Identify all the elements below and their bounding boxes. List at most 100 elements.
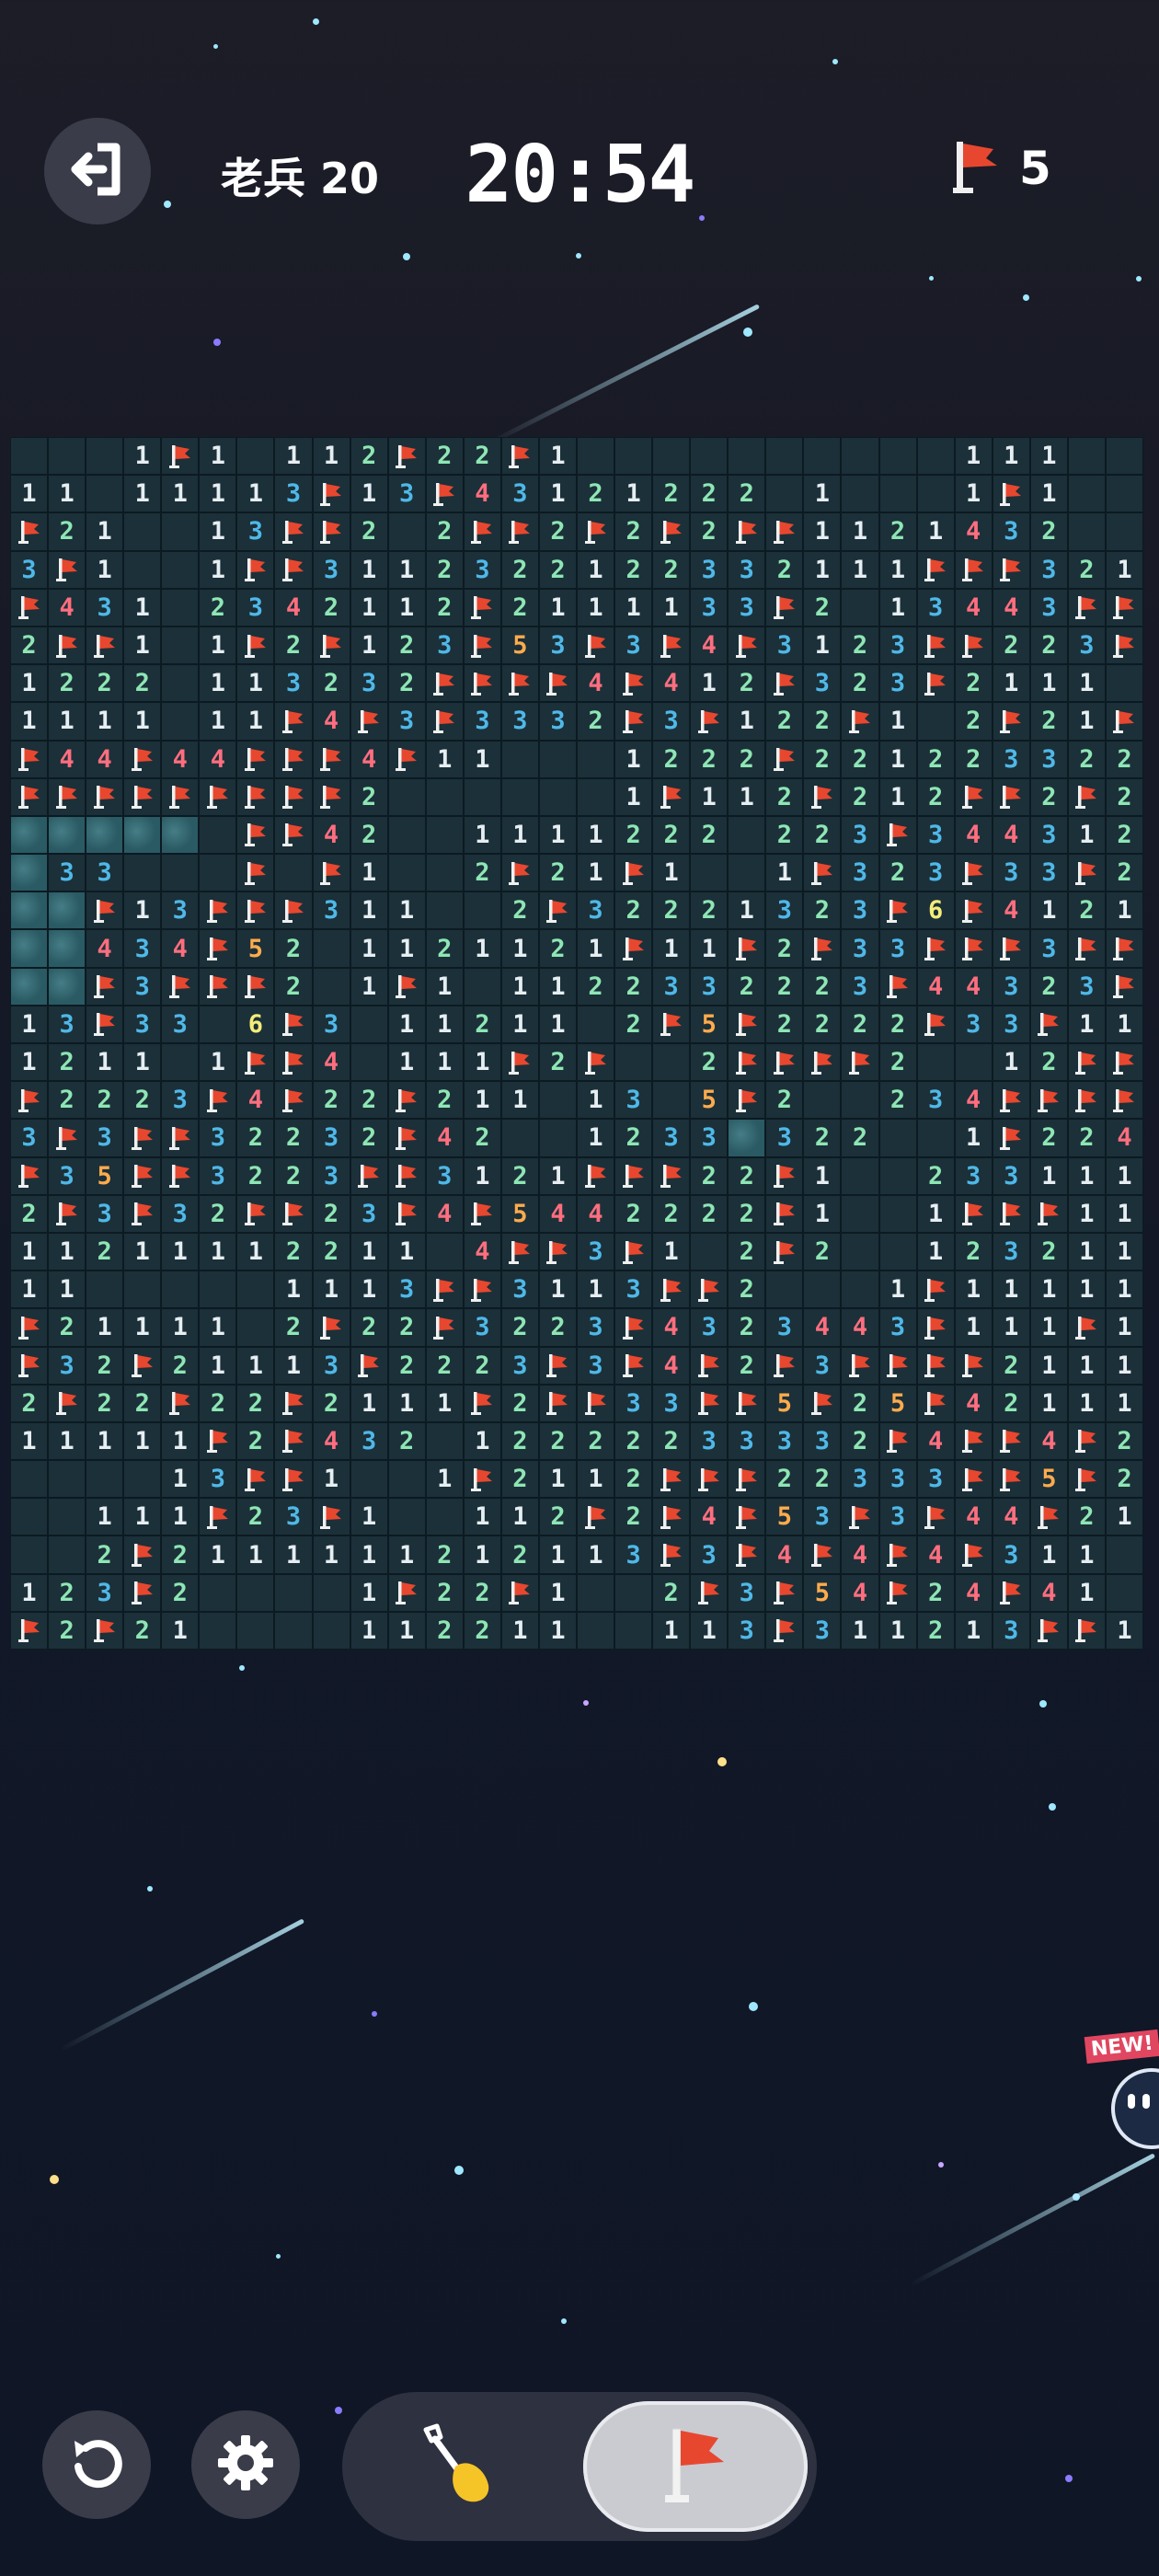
number-cell[interactable]: 3 [275,665,312,702]
number-cell[interactable]: 4 [993,1499,1029,1535]
flagged-cell[interactable] [615,1233,652,1271]
flagged-cell[interactable] [842,1044,878,1081]
number-cell[interactable]: 1 [1106,551,1142,588]
number-cell[interactable]: 3 [879,1499,916,1535]
flagged-cell[interactable] [653,1006,690,1042]
flagged-cell[interactable] [955,1422,992,1460]
number-cell[interactable]: 2 [11,1195,48,1232]
number-cell[interactable]: 2 [313,665,350,702]
number-cell[interactable]: 1 [237,1233,274,1271]
number-cell[interactable]: 2 [501,1422,538,1460]
number-cell[interactable]: 2 [539,1044,576,1081]
empty-cell[interactable] [124,1461,161,1498]
empty-cell[interactable] [162,703,199,740]
number-cell[interactable]: 2 [615,551,652,588]
flagged-cell[interactable] [917,1385,954,1421]
empty-cell[interactable] [842,1271,878,1308]
number-cell[interactable]: 2 [426,1347,463,1384]
flagged-cell[interactable] [388,1120,425,1156]
flagged-cell[interactable] [313,1499,350,1535]
empty-cell[interactable] [615,1574,652,1611]
flagged-cell[interactable] [162,438,199,475]
number-cell[interactable]: 2 [804,968,841,1005]
number-cell[interactable]: 2 [350,816,387,854]
number-cell[interactable]: 1 [691,1612,728,1649]
number-cell[interactable]: 3 [49,1347,86,1384]
empty-cell[interactable] [86,1271,123,1308]
number-cell[interactable]: 2 [842,778,878,815]
number-cell[interactable]: 1 [1030,892,1067,929]
number-cell[interactable]: 2 [729,665,765,702]
number-cell[interactable]: 3 [313,892,350,929]
number-cell[interactable]: 3 [766,1422,803,1460]
flagged-cell[interactable] [577,513,614,550]
flagged-cell[interactable] [200,968,236,1005]
number-cell[interactable]: 2 [993,627,1029,664]
flagged-cell[interactable] [539,892,576,929]
number-cell[interactable]: 1 [501,816,538,854]
number-cell[interactable]: 1 [729,778,765,815]
number-cell[interactable]: 1 [539,1157,576,1194]
empty-cell[interactable] [1106,476,1142,512]
number-cell[interactable]: 3 [729,1574,765,1611]
number-cell[interactable]: 1 [615,741,652,777]
number-cell[interactable]: 1 [539,1612,576,1649]
empty-cell[interactable] [200,1271,236,1308]
empty-cell[interactable] [917,703,954,740]
empty-cell[interactable] [124,551,161,588]
flagged-cell[interactable] [162,1157,199,1194]
flagged-cell[interactable] [86,968,123,1005]
number-cell[interactable]: 1 [955,1120,992,1156]
flagged-cell[interactable] [879,968,916,1005]
number-cell[interactable]: 2 [1106,816,1142,854]
number-cell[interactable]: 2 [917,778,954,815]
flagged-cell[interactable] [1030,1195,1067,1232]
number-cell[interactable]: 1 [1106,1233,1142,1271]
number-cell[interactable]: 2 [653,551,690,588]
empty-cell[interactable] [917,476,954,512]
empty-cell[interactable] [388,855,425,891]
empty-cell[interactable] [691,1233,728,1271]
number-cell[interactable]: 4 [313,703,350,740]
unrevealed-cell[interactable] [86,816,123,854]
number-cell[interactable]: 1 [539,438,576,475]
number-cell[interactable]: 2 [539,855,576,891]
number-cell[interactable]: 3 [1030,855,1067,891]
number-cell[interactable]: 1 [993,665,1029,702]
number-cell[interactable]: 2 [49,1309,86,1346]
number-cell[interactable]: 2 [691,513,728,550]
empty-cell[interactable] [577,1612,614,1649]
number-cell[interactable]: 2 [124,1385,161,1421]
number-cell[interactable]: 2 [804,816,841,854]
number-cell[interactable]: 3 [993,513,1029,550]
number-cell[interactable]: 1 [1106,1309,1142,1346]
number-cell[interactable]: 3 [842,968,878,1005]
flagged-cell[interactable] [237,816,274,854]
flagged-cell[interactable] [729,1499,765,1535]
number-cell[interactable]: 3 [1030,551,1067,588]
empty-cell[interactable] [539,1120,576,1156]
flagged-cell[interactable] [350,1347,387,1384]
empty-cell[interactable] [729,855,765,891]
empty-cell[interactable] [464,778,500,815]
number-cell[interactable]: 2 [729,1309,765,1346]
number-cell[interactable]: 3 [200,1157,236,1194]
empty-cell[interactable] [426,816,463,854]
empty-cell[interactable] [464,968,500,1005]
empty-cell[interactable] [917,438,954,475]
flagged-cell[interactable] [49,627,86,664]
number-cell[interactable]: 1 [124,892,161,929]
flagged-cell[interactable] [11,1157,48,1194]
number-cell[interactable]: 1 [200,1044,236,1081]
number-cell[interactable]: 4 [313,1422,350,1460]
number-cell[interactable]: 4 [237,1082,274,1119]
number-cell[interactable]: 2 [1068,551,1105,588]
number-cell[interactable]: 2 [766,816,803,854]
number-cell[interactable]: 1 [1030,665,1067,702]
number-cell[interactable]: 5 [879,1385,916,1421]
flagged-cell[interactable] [11,589,48,626]
flagged-cell[interactable] [275,1422,312,1460]
empty-cell[interactable] [615,438,652,475]
number-cell[interactable]: 2 [49,1044,86,1081]
number-cell[interactable]: 2 [501,551,538,588]
